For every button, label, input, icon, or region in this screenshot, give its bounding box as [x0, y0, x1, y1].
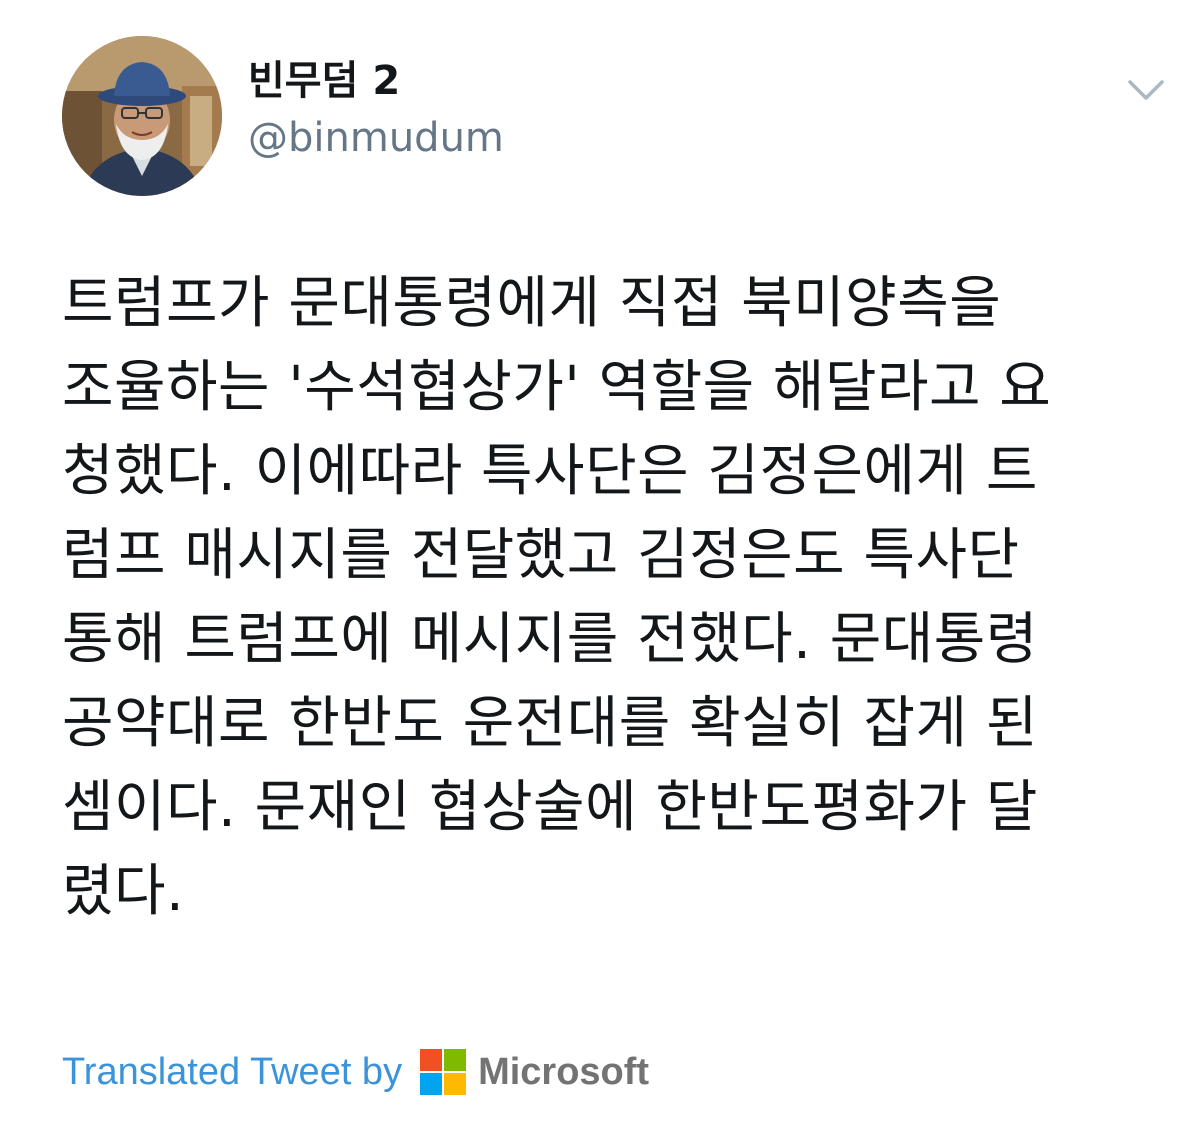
microsoft-wordmark: Microsoft — [478, 1050, 650, 1093]
display-name[interactable]: 빈무덤 2 — [248, 56, 400, 106]
tweet-text-line: 청했다. 이에따라 특사단은 김정은에게 트 — [62, 439, 1038, 504]
tweet-text-line: 셈이다. 문재인 협상술에 한반도평화가 달 — [62, 775, 1038, 840]
tweet-text-line: 럼프 매시지를 전달했고 김정은도 특사단 — [62, 523, 1020, 588]
avatar[interactable] — [62, 36, 222, 196]
tweet-text-line: 트럼프가 문대통령에게 직접 북미양측을 — [62, 271, 1002, 336]
tweet-text-line: 통해 트럼프에 메시지를 전했다. 문대통령 — [62, 607, 1038, 672]
chevron-down-icon[interactable] — [1118, 62, 1174, 118]
translation-attribution: Translated Tweet by Microsoft — [62, 1044, 649, 1100]
tweet-text-line: 조율하는 '수석협상가' 역할을 해달라고 요 — [62, 355, 1052, 420]
profile-photo — [62, 36, 222, 196]
user-handle[interactable]: @binmudum — [248, 112, 504, 164]
tweet-text-line: 렸다. — [62, 859, 185, 924]
tweet-text-line: 공약대로 한반도 운전대를 확실히 잡게 된 — [62, 691, 1038, 756]
microsoft-logo-icon — [420, 1049, 467, 1095]
translated-tweet-link[interactable]: Translated Tweet by — [62, 1051, 402, 1094]
tweet-text: 트럼프가 문대통령에게 직접 북미양측을 조율하는 '수석협상가' 역할을 해달… — [62, 262, 1152, 934]
tweet-card: 빈무덤 2 @binmudum 트럼프가 문대통령에게 직접 북미양측을 조율하… — [0, 0, 1200, 1137]
